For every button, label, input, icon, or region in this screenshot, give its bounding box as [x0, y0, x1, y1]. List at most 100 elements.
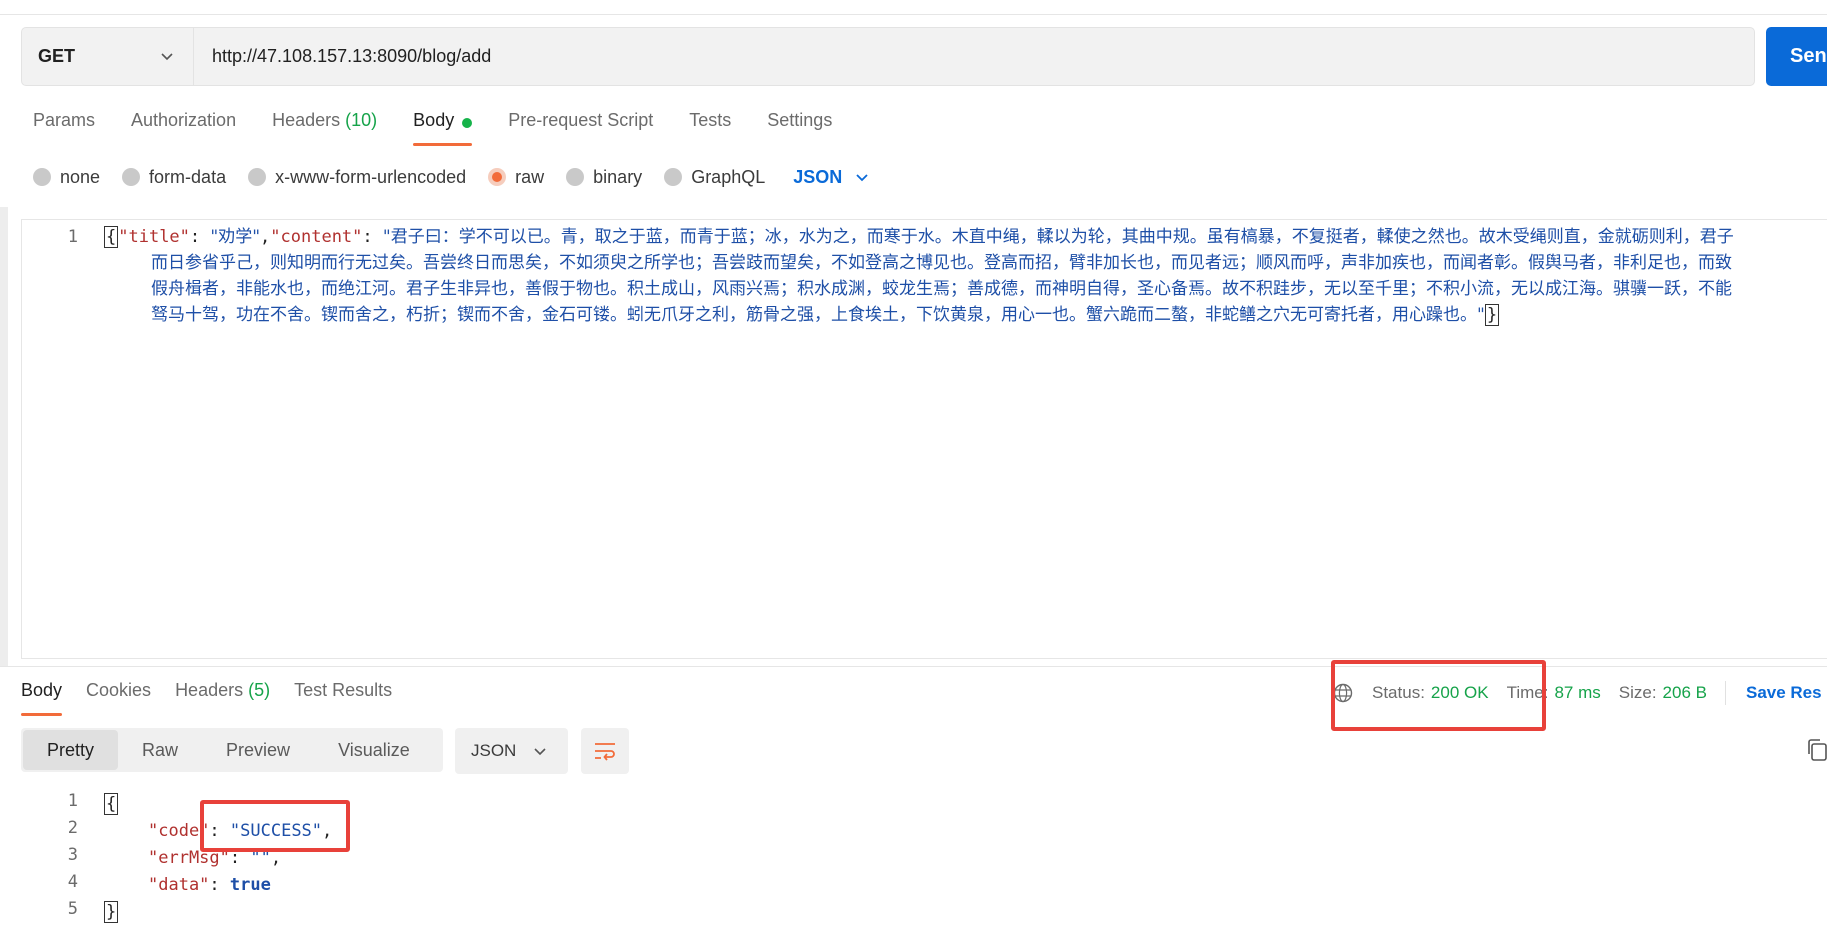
radio-label: raw [515, 166, 545, 187]
line-number: 4 [67, 872, 78, 892]
editor-gutter-strip [0, 207, 8, 667]
radio-icon [33, 168, 51, 186]
radio-icon [248, 168, 267, 186]
radio-label: form-data [149, 166, 227, 187]
url-bar: GET http://47.108.157.13:8090/blog/add [21, 27, 1755, 86]
code-line: "data": true [148, 872, 271, 899]
view-preview[interactable]: Preview [202, 730, 314, 770]
radio-form-data[interactable]: form-data [122, 167, 226, 188]
json-value: "君子曰：学不可以已。青，取之于蓝，而青于蓝；冰，水为之，而寒于水。木直中绳，輮… [382, 227, 1734, 247]
line-number: 2 [67, 818, 78, 838]
tab-label: Tests [689, 110, 732, 130]
code-line: } [104, 899, 119, 926]
tab-label: Params [33, 110, 96, 130]
wrap-lines-icon [595, 743, 615, 761]
top-divider [0, 14, 1827, 15]
tab-label: Authorization [131, 110, 237, 130]
response-format-select[interactable]: JSON [455, 728, 568, 774]
tab-label: Cookies [86, 680, 152, 700]
json-value: 驽马十驾，功在不舍。锲而舍之，朽折；锲而不舍，金石可镂。蚓无爪牙之利，筋骨之强，… [151, 305, 1485, 325]
json-comma: , [260, 227, 271, 247]
radio-x-www-form-urlencoded[interactable]: x-www-form-urlencoded [248, 167, 466, 188]
radio-binary[interactable]: binary [566, 167, 642, 188]
code-wrap-line: 而日参省乎己，则知明而行无过矣。吾尝终日而思矣，不如须臾之所学也；吾尝跂而望矣，… [151, 253, 1732, 273]
response-divider [0, 666, 1827, 667]
view-pretty[interactable]: Pretty [23, 730, 119, 770]
view-mode-selector: Pretty Raw Preview Visualize [21, 728, 443, 772]
size-value[interactable]: 206 B [1663, 683, 1707, 703]
line-number: 1 [67, 791, 78, 811]
method-select[interactable]: GET [22, 28, 194, 85]
tab-settings[interactable]: Settings [767, 110, 832, 146]
save-response-button[interactable]: Save Res [1746, 683, 1822, 703]
headers-count: (10) [345, 110, 378, 130]
code-wrap-line: 驽马十驾，功在不舍。锲而舍之，朽折；锲而不舍，金石可镂。蚓无爪牙之利，筋骨之强，… [151, 302, 1500, 328]
body-language-select[interactable]: JSON [793, 167, 870, 188]
radio-label: binary [593, 166, 643, 187]
url-input[interactable]: http://47.108.157.13:8090/blog/add [212, 28, 491, 85]
chevron-down-icon [161, 53, 173, 61]
radio-label: none [60, 166, 101, 187]
tab-tests[interactable]: Tests [689, 110, 731, 146]
json-colon: : [362, 227, 383, 247]
send-button[interactable]: Sen [1766, 27, 1827, 86]
status-separator [1724, 681, 1726, 705]
json-colon: : [209, 875, 230, 895]
code-line: { [104, 791, 119, 818]
radio-none[interactable]: none [33, 167, 100, 188]
json-value: "劝学" [210, 227, 261, 247]
brace-close: } [104, 901, 119, 923]
radio-raw[interactable]: raw [488, 167, 544, 188]
copy-icon[interactable] [1806, 738, 1827, 762]
code-line: {"title": "劝学","content": "君子曰：学不可以已。青，取… [104, 224, 1824, 250]
json-colon: : [189, 227, 211, 247]
json-key: "title" [118, 227, 190, 247]
tab-pre-request-script[interactable]: Pre-request Script [508, 110, 653, 146]
body-type-options: none form-data x-www-form-urlencoded raw… [33, 163, 870, 191]
line-number: 5 [67, 899, 78, 919]
highlight-box-code [200, 800, 350, 852]
tab-label: Settings [767, 110, 833, 130]
body-language-label: JSON [793, 166, 843, 187]
line-number: 1 [67, 227, 78, 247]
tab-cookies[interactable]: Cookies [86, 680, 151, 716]
tab-params[interactable]: Params [33, 110, 95, 146]
tab-response-body[interactable]: Body [21, 680, 63, 716]
headers-count: (5) [248, 680, 271, 700]
tab-body[interactable]: Body [413, 110, 473, 146]
wrap-lines-button[interactable] [581, 728, 629, 774]
code-wrap-line: 假舟楫者，非能水也，而绝江河。君子生非异也，善假于物也。积土成山，风雨兴焉；积水… [151, 279, 1732, 299]
request-tabs: Params Authorization Headers (10) Body P… [33, 110, 868, 146]
radio-label: GraphQL [691, 166, 766, 187]
brace-close: } [1484, 304, 1500, 326]
tab-authorization[interactable]: Authorization [131, 110, 236, 146]
json-value: true [229, 875, 271, 895]
brace-open: { [104, 793, 119, 815]
view-raw[interactable]: Raw [118, 730, 202, 770]
radio-label: x-www-form-urlencoded [275, 166, 467, 187]
modified-dot-icon [462, 118, 473, 128]
method-label: GET [38, 46, 76, 66]
highlight-box-status [1331, 660, 1546, 731]
radio-icon [488, 168, 507, 186]
tab-headers[interactable]: Headers (10) [272, 110, 377, 146]
time-value[interactable]: 87 ms [1554, 683, 1600, 703]
tab-label: Headers [175, 680, 244, 700]
chevron-down-icon [534, 748, 546, 756]
tab-label: Body [413, 110, 455, 130]
response-tabs: Body Cookies Headers (5) Test Results [21, 680, 416, 716]
tab-test-results[interactable]: Test Results [294, 680, 392, 716]
tab-label: Headers [272, 110, 341, 130]
chevron-down-icon [856, 174, 868, 182]
line-number: 3 [67, 845, 78, 865]
json-key: "data" [148, 875, 210, 895]
size-label: Size: [1618, 683, 1657, 702]
tab-response-headers[interactable]: Headers (5) [175, 680, 270, 716]
view-visualize[interactable]: Visualize [314, 730, 434, 770]
brace-open: { [104, 226, 119, 248]
radio-icon [122, 168, 141, 186]
radio-graphql[interactable]: GraphQL [664, 167, 765, 188]
json-key: "content" [270, 227, 363, 247]
radio-icon [566, 168, 585, 186]
tab-label: Test Results [294, 680, 393, 700]
